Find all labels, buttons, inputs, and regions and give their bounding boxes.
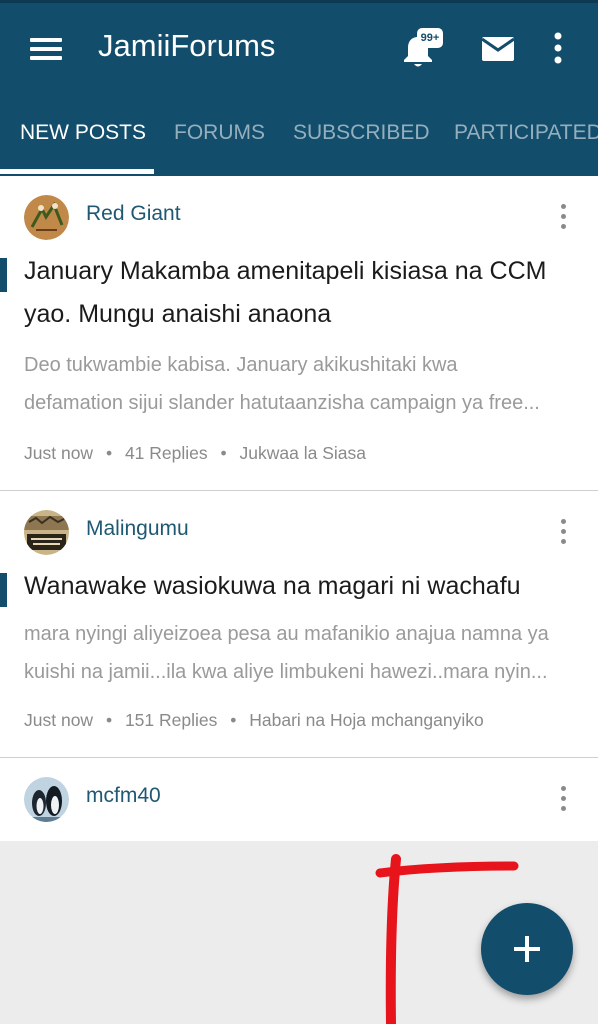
- post-time: Just now: [24, 710, 94, 730]
- post-card[interactable]: mcfm40: [0, 758, 598, 841]
- notification-badge: 99+: [417, 28, 443, 48]
- more-vert-icon[interactable]: [555, 202, 573, 232]
- more-vert-icon[interactable]: [555, 784, 573, 814]
- unread-indicator: [0, 258, 7, 292]
- tab-bar: NEW POSTS FORUMS SUBSCRIBED PARTICIPATED: [0, 106, 598, 176]
- more-vert-icon[interactable]: [555, 517, 573, 547]
- post-author[interactable]: Malingumu: [86, 517, 189, 541]
- tab-new-posts[interactable]: NEW POSTS: [20, 106, 146, 176]
- post-title[interactable]: Wanawake wasiokuwa na magari ni wachafu: [24, 565, 584, 608]
- post-meta: Just now • 151 Replies • Habari na Hoja …: [24, 710, 484, 730]
- status-strip: [0, 0, 598, 3]
- mail-icon[interactable]: [481, 35, 515, 63]
- post-title[interactable]: January Makamba amenitapeli kisiasa na C…: [24, 250, 584, 336]
- avatar-image-mcfm40: [24, 777, 69, 822]
- post-author[interactable]: mcfm40: [86, 784, 161, 808]
- post-forum[interactable]: Jukwaa la Siasa: [240, 443, 366, 463]
- post-meta: Just now • 41 Replies • Jukwaa la Siasa: [24, 443, 367, 463]
- plus-icon: [514, 936, 540, 962]
- avatar[interactable]: [24, 777, 69, 822]
- avatar-image-red-giant: [24, 195, 69, 240]
- post-card[interactable]: Malingumu Wanawake wasiokuwa na magari n…: [0, 491, 598, 758]
- tab-forums[interactable]: FORUMS: [174, 106, 265, 176]
- post-forum[interactable]: Habari na Hoja mchanganyiko: [249, 710, 483, 730]
- avatar[interactable]: [24, 510, 69, 555]
- post-time: Just now: [24, 443, 94, 463]
- post-card[interactable]: Red Giant January Makamba amenitapeli ki…: [0, 176, 598, 491]
- menu-icon: [30, 38, 62, 42]
- more-vert-icon[interactable]: [548, 30, 568, 66]
- post-replies: 41 Replies: [124, 443, 208, 463]
- app-bar: JamiiForums 99+ NEW POSTS FORUMS SUBSCRI…: [0, 0, 598, 176]
- tab-participated[interactable]: PARTICIPATED: [454, 106, 598, 176]
- post-replies: 151 Replies: [124, 710, 218, 730]
- tab-subscribed[interactable]: SUBSCRIBED: [293, 106, 430, 176]
- post-author[interactable]: Red Giant: [86, 202, 181, 226]
- post-snippet: Deo tukwambie kabisa. January akikushita…: [24, 354, 540, 414]
- avatar[interactable]: [24, 195, 69, 240]
- new-post-button[interactable]: [481, 903, 573, 995]
- active-tab-indicator: [0, 169, 154, 174]
- avatar-image-malingumu: [24, 510, 69, 555]
- unread-indicator: [0, 573, 7, 607]
- menu-button[interactable]: [26, 32, 68, 64]
- app-title: JamiiForums: [98, 28, 276, 63]
- post-snippet: mara nyingi aliyeizoea pesa au mafanikio…: [24, 623, 549, 683]
